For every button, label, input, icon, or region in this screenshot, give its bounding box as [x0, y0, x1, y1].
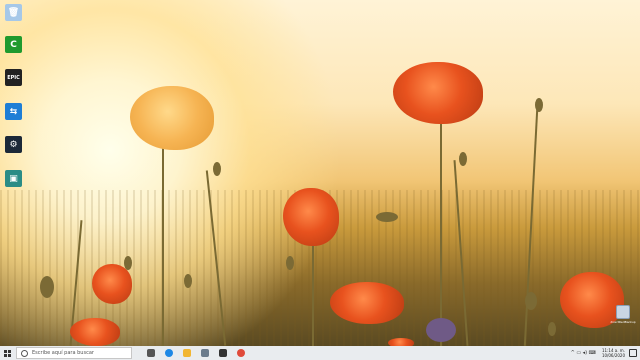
- poppy-bud: [535, 98, 543, 112]
- start-button[interactable]: [0, 346, 14, 360]
- search-box[interactable]: Escribe aquí para buscar: [16, 347, 132, 359]
- shortcut-label: directRedBackup: [610, 320, 636, 324]
- poppy-bud: [525, 292, 537, 310]
- taskbar: Escribe aquí para buscar ^ ▭ ◂) ⌨ 11:14 …: [0, 346, 640, 360]
- search-placeholder: Escribe aquí para buscar: [32, 350, 94, 356]
- shortcut-icon: [616, 305, 630, 319]
- recording-app-icon: [237, 349, 245, 357]
- store-icon: [219, 349, 227, 357]
- notification-center-icon[interactable]: [629, 349, 637, 357]
- game-launcher-icon[interactable]: ▣: [5, 170, 22, 187]
- tray-icons[interactable]: ^ ▭ ◂) ⌨: [571, 350, 596, 356]
- edge-taskbar-button[interactable]: [160, 346, 178, 360]
- poppy-flower: [70, 318, 120, 346]
- poppy-bud: [213, 162, 221, 176]
- poppy-flower: [330, 282, 404, 324]
- store-taskbar-button[interactable]: [214, 346, 232, 360]
- poppy-flower: [388, 338, 414, 346]
- epic-games-icon[interactable]: EPIC: [5, 69, 22, 86]
- search-icon: [21, 349, 28, 357]
- clock[interactable]: 11:14 a. m. 10/06/2020: [602, 348, 625, 358]
- camtasia-icon[interactable]: C: [5, 36, 22, 53]
- steam-icon[interactable]: ⚙: [5, 136, 22, 153]
- windows-logo-icon: [3, 349, 11, 357]
- poppy-stem: [312, 232, 314, 346]
- desktop-wallpaper: [0, 0, 640, 346]
- poppy-stem: [440, 118, 442, 346]
- file-explorer-taskbar-button[interactable]: [178, 346, 196, 360]
- poppy-bud: [548, 322, 556, 336]
- poppy-flower: [130, 86, 214, 150]
- poppy-stem: [162, 140, 164, 346]
- edge-icon: [165, 349, 173, 357]
- poppy-bud: [286, 256, 294, 270]
- mail-icon: [201, 349, 209, 357]
- file-explorer-icon: [183, 349, 191, 357]
- poppy-bud: [40, 276, 54, 298]
- task-view-taskbar-button[interactable]: [142, 346, 160, 360]
- poppy-flower: [92, 264, 132, 304]
- poppy-flower: [393, 62, 483, 124]
- poppy-bud: [376, 212, 398, 222]
- recycle-bin-icon[interactable]: 🗑: [5, 4, 22, 21]
- poppy-bud: [184, 274, 192, 288]
- poppy-flower: [283, 188, 339, 246]
- poppy-bud: [459, 152, 467, 166]
- system-tray: ^ ▭ ◂) ⌨ 11:14 a. m. 10/06/2020: [569, 346, 640, 360]
- recording-app-taskbar-button[interactable]: [232, 346, 250, 360]
- poppy-bud: [124, 256, 132, 270]
- corner-shortcut[interactable]: directRedBackup: [610, 305, 636, 329]
- mail-taskbar-button[interactable]: [196, 346, 214, 360]
- poppy-bud: [426, 318, 456, 342]
- clock-date: 10/06/2020: [601, 353, 625, 358]
- app-icon[interactable]: ⇆: [5, 103, 22, 120]
- task-view-icon: [147, 349, 155, 357]
